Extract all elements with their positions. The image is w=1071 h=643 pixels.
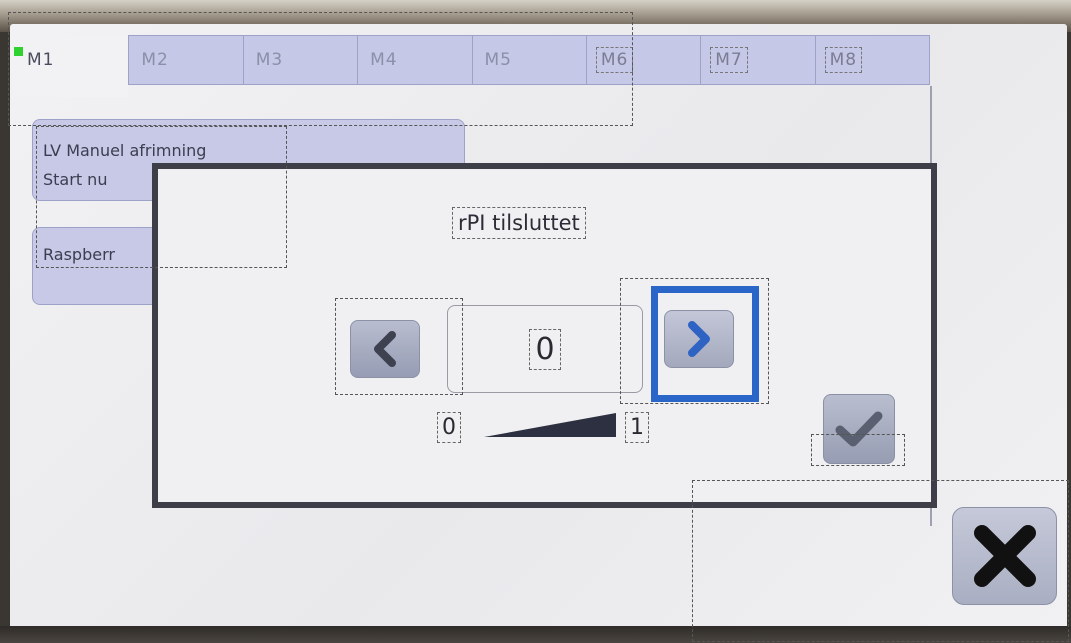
tab-m6[interactable]: M6: [585, 35, 701, 85]
button-label-line1: LV Manuel afrimning: [43, 141, 207, 160]
tab-m3[interactable]: M3: [242, 35, 358, 85]
value-dialog: rPI tilsluttet 0 0 1: [152, 163, 937, 508]
tab-label: M4: [370, 50, 398, 70]
tab-label: M5: [484, 50, 512, 70]
close-x-icon: [973, 525, 1036, 587]
checkmark-icon: [835, 411, 883, 447]
decrement-button[interactable]: [350, 320, 420, 378]
tab-m2[interactable]: M2: [128, 35, 243, 85]
dialog-title: rPI tilsluttet: [452, 207, 586, 239]
range-min-label: 0: [437, 412, 461, 443]
value-display: 0: [447, 305, 643, 393]
range-max-label: 1: [625, 412, 649, 443]
tab-label: M3: [255, 50, 284, 70]
tab-bar: M1 M2 M3 M4 M5 M6 M7 M8: [14, 35, 930, 97]
tab-m1[interactable]: M1: [14, 35, 129, 97]
increment-button[interactable]: [664, 310, 734, 368]
device-bezel-bottom: [0, 626, 1071, 643]
close-button[interactable]: [952, 507, 1057, 605]
tab-label: M8: [824, 47, 863, 73]
tab-label: M2: [141, 50, 169, 70]
tab-m7[interactable]: M7: [700, 35, 815, 85]
tab-label: M6: [595, 47, 634, 73]
tab-m5[interactable]: M5: [471, 35, 586, 85]
range-ramp-icon: [484, 413, 616, 437]
tab-m8[interactable]: M8: [814, 35, 930, 85]
chevron-left-icon: [374, 331, 396, 367]
tab-label: M7: [710, 47, 748, 73]
confirm-button[interactable]: [823, 394, 895, 464]
current-value: 0: [529, 328, 561, 370]
tab-label: M1: [27, 50, 55, 70]
status-indicator: [14, 47, 23, 56]
tab-m4[interactable]: M4: [357, 35, 472, 85]
chevron-right-icon: [688, 321, 710, 357]
